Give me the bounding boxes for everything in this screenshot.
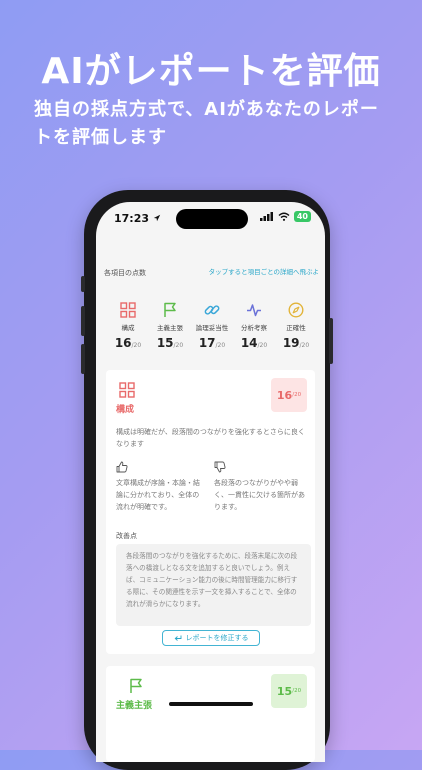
metric-max: /20	[173, 342, 184, 349]
metric-label: 論理妥当性	[195, 324, 229, 332]
status-time: 17:23	[114, 212, 161, 225]
scores-heading: 各項目の点数	[104, 269, 146, 277]
flag-icon	[164, 302, 176, 317]
metric-analysis[interactable]: 分析考察 14/20	[232, 302, 276, 350]
detail-card-composition: 構成 16/20 構成は明確だが、段落間のつながりを強化するとさらに良くなります…	[106, 370, 315, 654]
thumbs-down-icon	[214, 461, 226, 473]
detail-card-argument: 主義主張 15/20	[106, 666, 315, 762]
thumbs-up-icon	[116, 461, 128, 473]
metric-value: 15	[156, 336, 174, 350]
metric-value: 14	[240, 336, 258, 350]
wifi-icon	[278, 212, 290, 221]
details-hint-link[interactable]: タップすると項目ごとの詳細へ飛ぶよ	[209, 266, 319, 276]
metric-max: /20	[215, 342, 226, 349]
score-badge: 16/20	[271, 378, 307, 412]
phone-side-button	[81, 276, 85, 292]
metric-max: /20	[299, 342, 310, 349]
dynamic-island	[176, 209, 248, 229]
grid-icon	[120, 302, 136, 318]
metric-label: 正確性	[286, 324, 306, 332]
metric-argument[interactable]: 主義主張 15/20	[148, 302, 192, 350]
flag-icon	[130, 678, 142, 693]
metric-accuracy[interactable]: 正確性 19/20	[274, 302, 318, 350]
signal-icon	[259, 212, 273, 221]
metric-value: 17	[198, 336, 216, 350]
battery-icon: 40	[293, 211, 311, 222]
detail-title: 主義主張	[116, 701, 153, 711]
improve-text: 各段落間のつながりを強化するために、段落末尾に次の段落への橋渡しとなる文を追加す…	[116, 544, 311, 626]
fix-report-button[interactable]: レポートを修正する	[162, 630, 260, 646]
grid-icon	[119, 382, 135, 398]
pulse-icon	[247, 304, 261, 317]
metric-max: /20	[257, 342, 268, 349]
metric-value: 19	[282, 336, 300, 350]
compass-icon	[288, 302, 304, 318]
metric-max: /20	[131, 342, 142, 349]
metric-label: 構成	[121, 324, 135, 332]
return-icon	[174, 635, 181, 641]
phone-volume-down	[81, 344, 85, 374]
detail-summary: 構成は明確だが、段落間のつながりを強化するとさらに良くなります	[116, 428, 305, 448]
metric-label: 分析考察	[241, 324, 267, 332]
metric-logic[interactable]: 論理妥当性 17/20	[190, 302, 234, 350]
metric-label: 主義主張	[157, 324, 183, 332]
app-screen: 17:23 40 各項目の点数 タップすると項目ごとの詳細へ飛ぶよ 構成 16/…	[96, 202, 325, 762]
link-icon	[204, 305, 220, 315]
metric-composition[interactable]: 構成 16/20	[106, 302, 150, 350]
detail-title: 構成	[116, 405, 135, 415]
hero-title: AIがレポートを評価	[41, 51, 381, 92]
home-indicator	[169, 702, 253, 706]
score-badge: 15/20	[271, 674, 307, 708]
bad-point: 各段落のつながりがやや弱く、一貫性に欠ける箇所があります。	[214, 479, 305, 511]
phone-power-button	[329, 318, 333, 364]
improve-label: 改善点	[116, 532, 137, 540]
good-point: 文章構成が序論・本論・結論に分かれており、全体の流れが明確です。	[116, 479, 200, 511]
phone-volume-up	[81, 306, 85, 336]
metric-value: 16	[114, 336, 132, 350]
hero-subtitle: 独自の採点方式で、AIがあなたのレポートを評価します	[34, 99, 379, 148]
location-icon	[153, 214, 161, 222]
